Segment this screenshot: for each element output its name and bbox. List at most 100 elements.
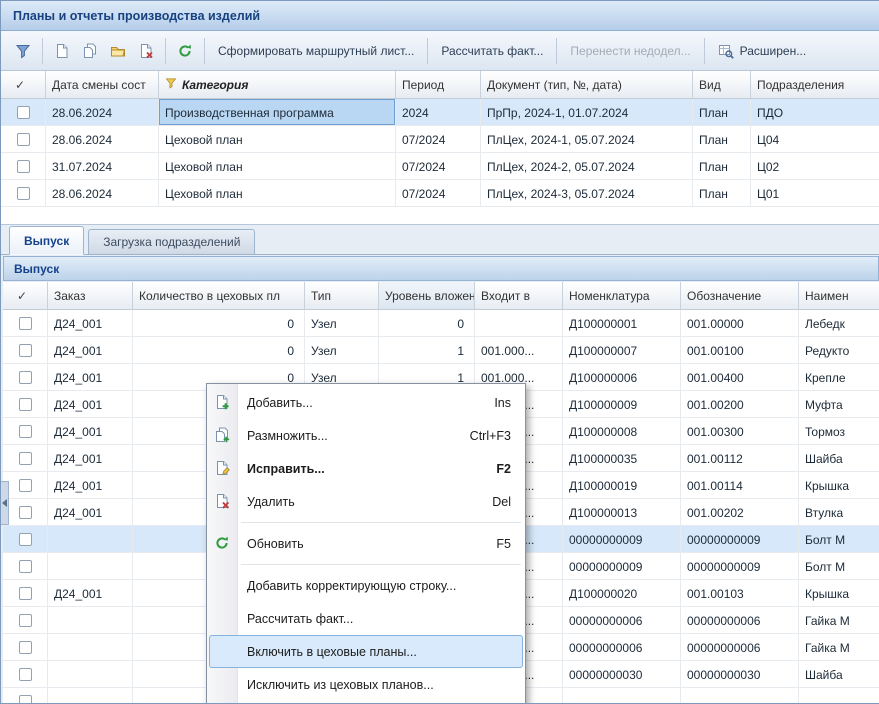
output-cell[interactable]: Узел bbox=[305, 310, 379, 336]
plans-cell[interactable]: План bbox=[693, 126, 751, 152]
output-cell[interactable]: Д100000001 bbox=[563, 310, 681, 336]
output-cell[interactable]: 001.00114 bbox=[681, 472, 799, 498]
row-checkbox[interactable] bbox=[17, 106, 30, 119]
output-cell[interactable]: 001.00300 bbox=[681, 418, 799, 444]
output-cell[interactable]: 00000000006 bbox=[681, 634, 799, 660]
plans-table-row[interactable]: 28.06.2024Производственная программа2024… bbox=[1, 99, 879, 126]
copy-document-icon[interactable] bbox=[76, 38, 104, 64]
output-cell[interactable] bbox=[799, 688, 879, 703]
plans-cell[interactable]: Ц04 bbox=[751, 126, 879, 152]
plans-table-row[interactable]: 28.06.2024Цеховой план07/2024ПлЦех, 2024… bbox=[1, 180, 879, 207]
row-checkbox[interactable] bbox=[19, 344, 32, 357]
plans-cell[interactable]: 07/2024 bbox=[396, 126, 481, 152]
output-cell[interactable] bbox=[563, 688, 681, 703]
output-cell[interactable] bbox=[48, 526, 133, 552]
output-cell[interactable]: 00000000006 bbox=[681, 607, 799, 633]
plans-cell[interactable]: Цеховой план bbox=[159, 180, 396, 206]
output-cell[interactable]: 001.00200 bbox=[681, 391, 799, 417]
row-checkbox[interactable] bbox=[17, 187, 30, 200]
output-cell[interactable] bbox=[681, 688, 799, 703]
output-cell[interactable]: Д100000008 bbox=[563, 418, 681, 444]
output-cell[interactable]: Д100000007 bbox=[563, 337, 681, 363]
refresh-icon[interactable] bbox=[171, 38, 199, 64]
row-select-cell[interactable] bbox=[3, 499, 48, 525]
output-column-header-6[interactable]: Обозначение bbox=[681, 282, 799, 309]
row-checkbox[interactable] bbox=[19, 587, 32, 600]
output-cell[interactable]: Шайба bbox=[799, 661, 879, 687]
output-cell[interactable]: Д24_001 bbox=[48, 337, 133, 363]
output-cell[interactable]: 001.00100 bbox=[681, 337, 799, 363]
menu-item-exclude-from-shop-plans[interactable]: Исключить из цеховых планов... bbox=[207, 668, 525, 701]
row-select-cell[interactable] bbox=[3, 580, 48, 606]
open-document-icon[interactable] bbox=[104, 38, 132, 64]
new-document-icon[interactable] bbox=[48, 38, 76, 64]
output-cell[interactable]: 00000000009 bbox=[563, 553, 681, 579]
output-cell[interactable]: Болт М bbox=[799, 526, 879, 552]
plans-cell[interactable]: 28.06.2024 bbox=[46, 99, 159, 125]
output-cell[interactable]: 0 bbox=[133, 310, 305, 336]
plans-cell[interactable]: 2024 bbox=[396, 99, 481, 125]
output-cell[interactable]: Д24_001 bbox=[48, 472, 133, 498]
plans-cell[interactable]: 07/2024 bbox=[396, 153, 481, 179]
panel-collapse-handle[interactable] bbox=[1, 481, 9, 525]
plans-cell[interactable]: План bbox=[693, 99, 751, 125]
output-cell[interactable]: 001.00400 bbox=[681, 364, 799, 390]
plans-cell[interactable]: 07/2024 bbox=[396, 180, 481, 206]
menu-item-refresh[interactable]: ОбновитьF5 bbox=[207, 527, 525, 560]
plans-cell[interactable]: Ц01 bbox=[751, 180, 879, 206]
plans-cell[interactable]: План bbox=[693, 153, 751, 179]
output-cell[interactable]: 001.00103 bbox=[681, 580, 799, 606]
output-column-header-3[interactable]: Уровень вложен bbox=[379, 282, 475, 309]
row-checkbox[interactable] bbox=[17, 160, 30, 173]
output-column-header-2[interactable]: Тип bbox=[305, 282, 379, 309]
delete-document-icon[interactable] bbox=[132, 38, 160, 64]
row-checkbox[interactable] bbox=[19, 533, 32, 546]
plans-column-header-2[interactable]: Период bbox=[396, 71, 481, 98]
output-cell[interactable]: Шайба bbox=[799, 445, 879, 471]
row-select-cell[interactable] bbox=[3, 607, 48, 633]
output-cell[interactable]: Муфта bbox=[799, 391, 879, 417]
row-select-cell[interactable] bbox=[3, 445, 48, 471]
output-cell[interactable]: Редукто bbox=[799, 337, 879, 363]
window-titlebar[interactable]: Планы и отчеты производства изделий bbox=[1, 1, 879, 31]
plans-select-all-header[interactable]: ✓ bbox=[1, 71, 46, 98]
row-checkbox[interactable] bbox=[17, 133, 30, 146]
plans-table-row[interactable]: 31.07.2024Цеховой план07/2024ПлЦех, 2024… bbox=[1, 153, 879, 180]
output-cell[interactable]: 001.00000 bbox=[681, 310, 799, 336]
output-cell[interactable]: Д24_001 bbox=[48, 364, 133, 390]
row-checkbox[interactable] bbox=[19, 452, 32, 465]
output-cell[interactable]: 00000000006 bbox=[563, 607, 681, 633]
plans-cell[interactable]: ПрПр, 2024-1, 01.07.2024 bbox=[481, 99, 693, 125]
output-column-header-1[interactable]: Количество в цеховых пл bbox=[133, 282, 305, 309]
toolbar-button-1[interactable]: Рассчитать факт... bbox=[433, 44, 551, 58]
plans-cell[interactable]: Ц02 bbox=[751, 153, 879, 179]
output-cell[interactable]: Д24_001 bbox=[48, 580, 133, 606]
output-cell[interactable]: Крышка bbox=[799, 580, 879, 606]
menu-item-duplicate[interactable]: Размножить...Ctrl+F3 bbox=[207, 419, 525, 452]
output-cell[interactable] bbox=[48, 688, 133, 703]
plans-cell[interactable]: Производственная программа bbox=[159, 99, 396, 125]
tab-zagruzka-podrazdelenij[interactable]: Загрузка подразделений bbox=[88, 229, 255, 254]
output-cell[interactable]: 001.00202 bbox=[681, 499, 799, 525]
tab-vypusk[interactable]: Выпуск bbox=[9, 226, 84, 255]
row-select-cell[interactable] bbox=[3, 472, 48, 498]
plans-column-header-4[interactable]: Вид bbox=[693, 71, 751, 98]
output-cell[interactable]: Д24_001 bbox=[48, 310, 133, 336]
row-select-cell[interactable] bbox=[3, 634, 48, 660]
plans-cell[interactable]: 31.07.2024 bbox=[46, 153, 159, 179]
output-cell[interactable]: Д100000009 bbox=[563, 391, 681, 417]
plans-cell[interactable]: ПлЦех, 2024-1, 05.07.2024 bbox=[481, 126, 693, 152]
output-cell[interactable]: 001.00112 bbox=[681, 445, 799, 471]
menu-item-delete[interactable]: УдалитьDel bbox=[207, 485, 525, 518]
row-select-cell[interactable] bbox=[1, 153, 46, 179]
output-cell[interactable]: Д100000013 bbox=[563, 499, 681, 525]
row-checkbox[interactable] bbox=[19, 560, 32, 573]
menu-item-add-correcting-row[interactable]: Добавить корректирующую строку... bbox=[207, 569, 525, 602]
output-cell[interactable]: Болт М bbox=[799, 553, 879, 579]
output-cell[interactable]: Гайка М bbox=[799, 634, 879, 660]
row-checkbox[interactable] bbox=[19, 371, 32, 384]
row-select-cell[interactable] bbox=[3, 553, 48, 579]
plans-cell[interactable]: 28.06.2024 bbox=[46, 126, 159, 152]
row-select-cell[interactable] bbox=[3, 526, 48, 552]
plans-column-header-0[interactable]: Дата смены сост bbox=[46, 71, 159, 98]
